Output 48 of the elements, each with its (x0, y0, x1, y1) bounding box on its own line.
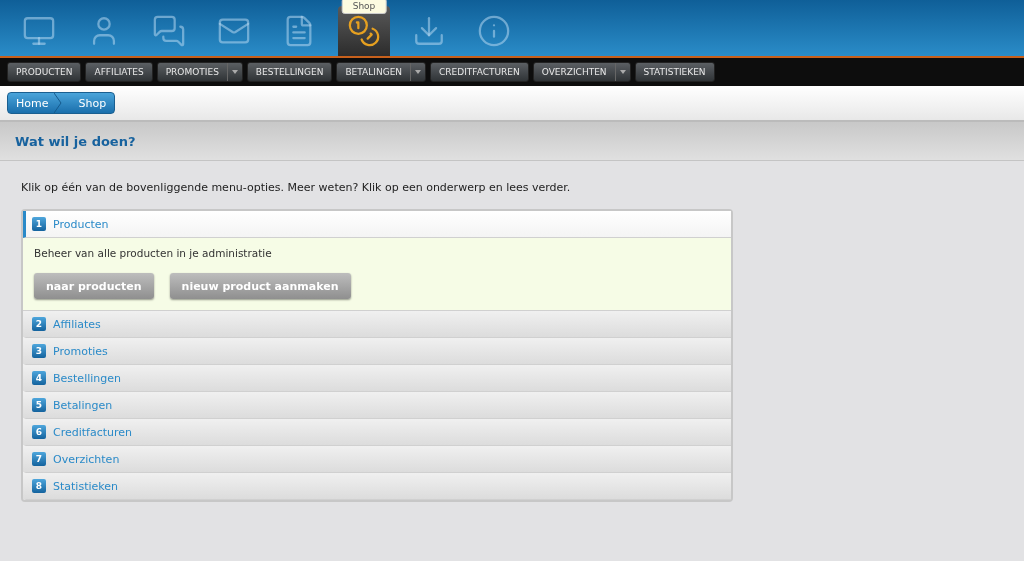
number-badge: 8 (32, 479, 46, 493)
tooltip: Shop (341, 0, 387, 14)
section-title: Creditfacturen (53, 425, 133, 439)
section-title: Overzichten (53, 452, 120, 466)
menu-button[interactable]: PROMOTIES (156, 62, 243, 82)
section-title: Affiliates (53, 317, 101, 331)
accordion-header[interactable]: 4 Bestellingen (23, 365, 731, 392)
chat-icon (152, 14, 186, 48)
accordion-header[interactable]: 7 Overzichten (23, 446, 731, 473)
accordion-header[interactable]: 1 Producten (23, 211, 731, 238)
number-badge: 6 (32, 425, 46, 439)
menu-button[interactable]: PRODUCTEN (7, 62, 82, 82)
download-icon (412, 14, 446, 48)
number-badge: 2 (32, 317, 46, 331)
number-badge: 7 (32, 452, 46, 466)
caret-icon (415, 70, 422, 74)
action-button[interactable]: naar producten (34, 273, 154, 299)
section-title: Statistieken (53, 479, 118, 493)
section-title: Betalingen (53, 398, 113, 412)
menu-button[interactable]: STATISTIEKEN (634, 62, 715, 82)
accordion-header[interactable]: 2 Affiliates (23, 311, 731, 338)
breadcrumb-link[interactable]: Shop (70, 96, 115, 110)
accordion-header[interactable]: 8 Statistieken (23, 473, 731, 500)
menu-button[interactable]: CREDITFACTUREN (430, 62, 529, 82)
monitor-icon (22, 14, 56, 48)
accordion-header[interactable]: 5 Betalingen (23, 392, 731, 419)
page-heading: Wat wil je doen? (0, 122, 1024, 161)
section-title: Producten (53, 217, 109, 231)
accordion-header[interactable]: 3 Promoties (23, 338, 731, 365)
menu-button[interactable]: BETALINGEN (336, 62, 427, 82)
info-icon (477, 14, 511, 48)
caret-icon (231, 70, 238, 74)
caret-icon (619, 70, 626, 74)
action-button[interactable]: nieuw product aanmaken (169, 273, 351, 299)
number-badge: 5 (32, 398, 46, 412)
breadcrumb-link[interactable]: Home (8, 93, 71, 113)
menu-button[interactable]: BESTELLINGEN (246, 62, 333, 82)
number-badge: 3 (32, 344, 46, 358)
menu-button[interactable]: AFFILIATES (85, 62, 153, 82)
section-title: Bestellingen (53, 371, 121, 385)
section-title: Promoties (53, 344, 108, 358)
menu-button[interactable]: OVERZICHTEN (532, 62, 631, 82)
section-description: Beheer van alle producten in je administratie (34, 247, 273, 259)
accordion-header[interactable]: 6 Creditfacturen (23, 419, 731, 446)
number-badge: 1 (32, 217, 46, 231)
intro-text: Klik op één van de bovenliggende menu-opties. Meer weten? Klik op een onderwerp en lees verder. (21, 181, 572, 194)
coins-icon (347, 14, 381, 48)
number-badge: 4 (32, 371, 46, 385)
